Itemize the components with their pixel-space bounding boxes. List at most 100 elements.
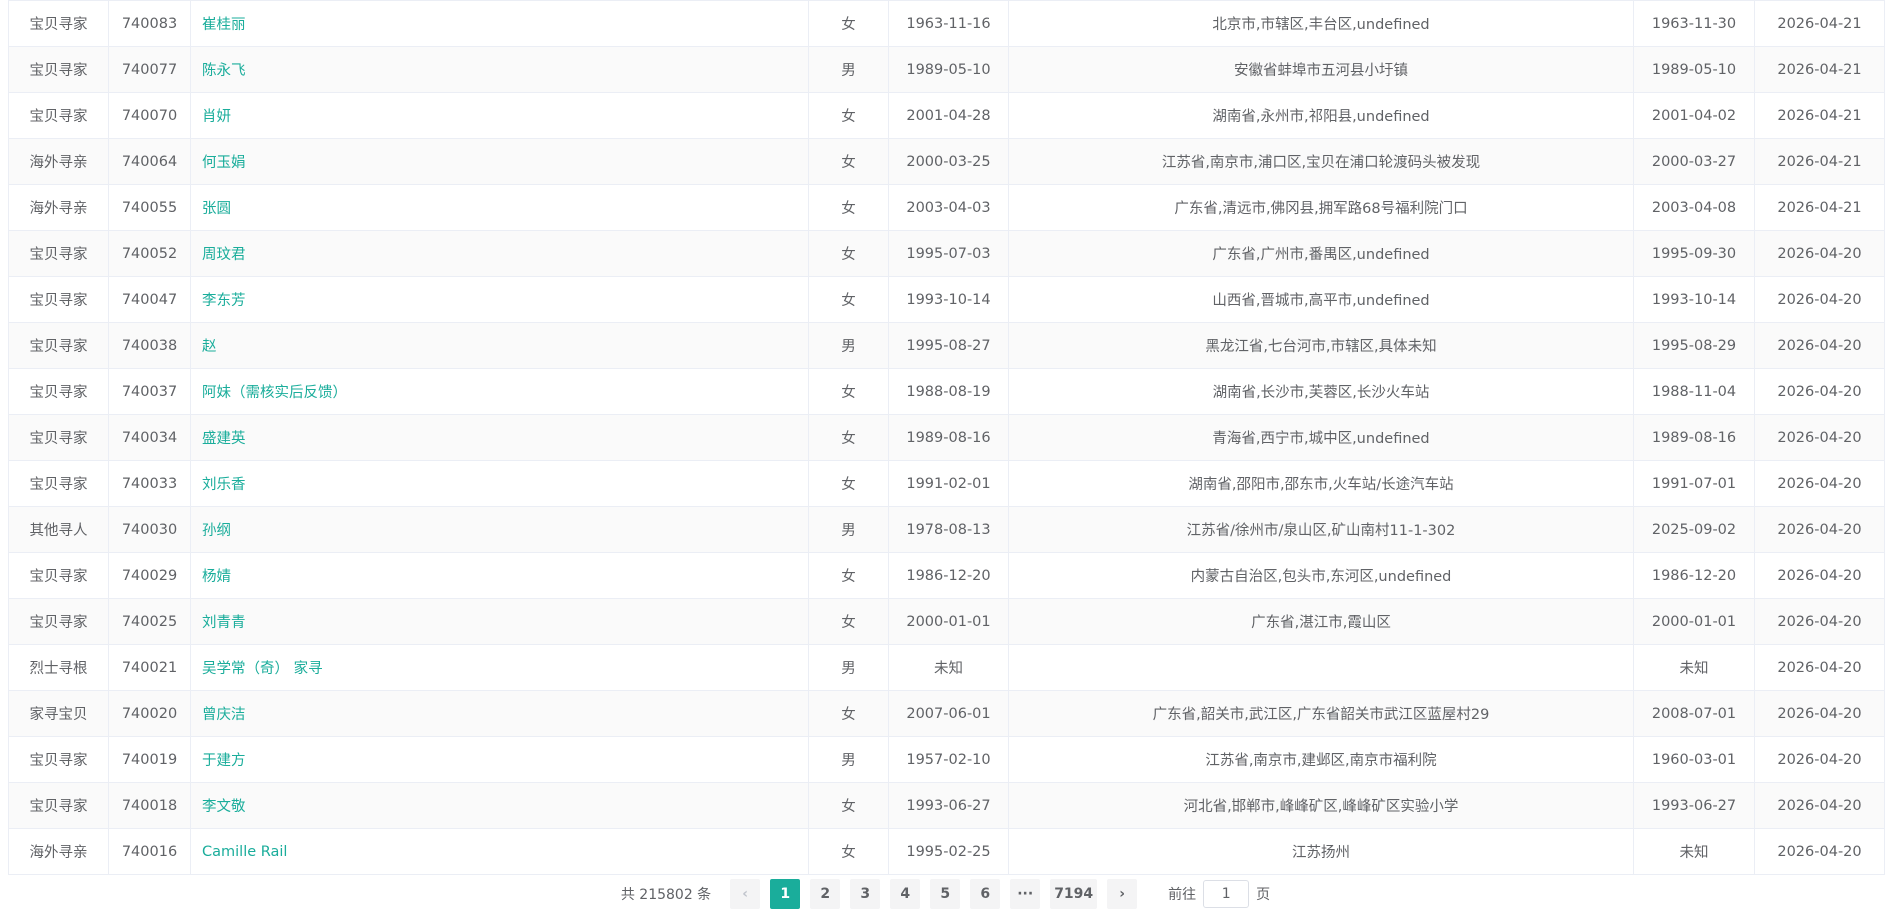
gender-cell: 女 [808,414,889,461]
lost-place-cell: 山西省,晋城市,高平市,undefined [1008,276,1634,323]
post-date-cell: 2026-04-20 [1754,276,1885,323]
id-cell: 740064 [108,138,191,185]
table-row: 家寻宝贝 740020 曾庆洁 女 2007-06-01 广东省,韶关市,武江区,广东省韶… [8,690,1885,737]
category-cell: 宝贝寻家 [8,368,109,415]
gender-cell: 女 [808,184,889,231]
name-cell: 赵 [190,322,809,369]
id-cell: 740077 [108,46,191,93]
goto-prefix: 前往 [1168,887,1197,903]
table-row: 宝贝寻家 740034 盛建英女 1989-08-16 青海省,西宁市,城中区,unde… [8,414,1885,461]
post-date-cell: 2026-04-21 [1754,138,1885,185]
chevron-left-icon: ‹ [742,886,749,902]
page-last-button[interactable]: 7194 [1050,879,1098,909]
table-row: 宝贝寻家 740029 杨婧女 1986-12-20 内蒙古自治区,包头市,东河区,un… [8,552,1885,599]
goto-page-input[interactable] [1203,880,1250,908]
lost-place-cell: 安徽省蚌埠市五河县小圩镇 [1008,46,1634,93]
person-name-link[interactable]: 肖妍 [202,109,231,125]
category-cell: 宝贝寻家 [8,0,109,47]
more-pages-button[interactable]: ··· [1010,879,1041,909]
gender-cell: 女 [808,598,889,645]
id-cell: 740021 [108,644,191,691]
page-6-button[interactable]: 6 [970,879,1001,909]
id-cell: 740033 [108,460,191,507]
category-cell: 宝贝寻家 [8,736,109,783]
post-date-cell: 2026-04-20 [1754,690,1885,737]
person-name-link[interactable]: 周玟君 [202,247,246,263]
category-cell: 宝贝寻家 [8,552,109,599]
id-cell: 740037 [108,368,191,415]
lost-place-cell: 湖南省,长沙市,芙蓉区,长沙火车站 [1008,368,1634,415]
name-cell: 李文敬 [190,782,809,829]
person-name-link[interactable]: 何玉娟 [202,155,246,171]
lost-date-cell: 2008-07-01 [1633,690,1755,737]
id-cell: 740047 [108,276,191,323]
prev-page-button[interactable]: ‹ [730,879,761,909]
lost-date-cell: 1995-08-29 [1633,322,1755,369]
lost-place-cell: 河北省,邯郸市,峰峰矿区,峰峰矿区实验小学 [1008,782,1634,829]
page-4-button[interactable]: 4 [890,879,921,909]
post-date-cell: 2026-04-20 [1754,782,1885,829]
person-name-link[interactable]: 崔桂丽 [202,17,246,33]
lost-date-cell: 1963-11-30 [1633,0,1755,47]
category-cell: 宝贝寻家 [8,46,109,93]
lost-date-cell: 1986-12-20 [1633,552,1755,599]
person-name-link[interactable]: 刘乐香 [202,477,246,493]
person-name-link[interactable]: 李文敬 [202,799,246,815]
birth-date-cell: 1995-08-27 [888,322,1009,369]
lost-date-cell: 1991-07-01 [1633,460,1755,507]
gender-cell: 女 [808,0,889,47]
page-number-list: 123456 [765,879,1005,909]
person-name-link[interactable]: 陈永飞 [202,63,246,79]
table-row: 宝贝寻家 740019 于建方 男 1957-02-10 江苏省,南京市,建邺区,南京市福… [8,736,1885,783]
person-name-link[interactable]: 李东芳 [202,293,246,309]
lost-place-cell: 江苏省,南京市,建邺区,南京市福利院 [1008,736,1634,783]
id-cell: 740030 [108,506,191,553]
person-name-link[interactable]: 曾庆洁 [202,707,246,723]
person-name-link[interactable]: 吴学常（奇） 家寻 [202,661,323,677]
gender-cell: 女 [808,782,889,829]
name-cell: Camille Rail [190,828,809,875]
category-cell: 海外寻亲 [8,184,109,231]
person-name-link[interactable]: 盛建英 [202,431,246,447]
person-name-link[interactable]: 赵 [202,339,217,355]
table-row: 其他寻人 740030 孙纲 男 1978-08-13 江苏省/徐州市/泉山区,矿山南村1… [8,506,1885,553]
goto-suffix: 页 [1256,887,1271,903]
person-name-link[interactable]: Camille Rail [202,844,287,860]
category-cell: 宝贝寻家 [8,414,109,461]
person-name-link[interactable]: 刘青青 [202,615,246,631]
person-name-link[interactable]: 孙纲 [202,523,231,539]
table-row: 宝贝寻家 740037 阿妹（需核实后反馈） 女 1988-08-19 湖南省,长沙市,芙… [8,368,1885,415]
lost-place-cell: 黑龙江省,七台河市,市辖区,具体未知 [1008,322,1634,369]
id-cell: 740055 [108,184,191,231]
page-5-button[interactable]: 5 [930,879,961,909]
table-row: 宝贝寻家 740018 李文敬女 1993-06-27 河北省,邯郸市,峰峰矿区,峰峰矿… [8,782,1885,829]
gender-cell: 女 [808,552,889,599]
name-cell: 崔桂丽 [190,0,809,47]
birth-date-cell: 1995-02-25 [888,828,1009,875]
name-cell: 杨婧 [190,552,809,599]
id-cell: 740038 [108,322,191,369]
post-date-cell: 2026-04-20 [1754,506,1885,553]
post-date-cell: 2026-04-20 [1754,828,1885,875]
page-3-button[interactable]: 3 [850,879,881,909]
post-date-cell: 2026-04-21 [1754,46,1885,93]
gender-cell: 女 [808,828,889,875]
person-name-link[interactable]: 杨婧 [202,569,231,585]
lost-date-cell: 1988-11-04 [1633,368,1755,415]
lost-place-cell: 湖南省,永州市,祁阳县,undefined [1008,92,1634,139]
birth-date-cell: 1995-07-03 [888,230,1009,277]
post-date-cell: 2026-04-20 [1754,598,1885,645]
page-1-button[interactable]: 1 [770,879,801,909]
lost-date-cell: 1989-05-10 [1633,46,1755,93]
person-name-link[interactable]: 张圆 [202,201,231,217]
name-cell: 刘青青 [190,598,809,645]
next-page-button[interactable]: › [1107,879,1138,909]
birth-date-cell: 1978-08-13 [888,506,1009,553]
table-row: 宝贝寻家 740083 崔桂丽 女 1963-11-16 北京市,市辖区,丰台区,unde… [8,0,1885,47]
person-name-link[interactable]: 阿妹（需核实后反馈） [202,385,347,401]
lost-date-cell: 2003-04-08 [1633,184,1755,231]
person-name-link[interactable]: 于建方 [202,753,246,769]
records-table-wrapper: 宝贝寻家 740083 崔桂丽女 1963-11-16 北京市,市辖区,丰台区,unde… [8,0,1885,875]
table-row: 宝贝寻家 740052 周玟君 女 1995-07-03 广东省,广州市,番禺区,unde… [8,230,1885,277]
page-2-button[interactable]: 2 [810,879,841,909]
